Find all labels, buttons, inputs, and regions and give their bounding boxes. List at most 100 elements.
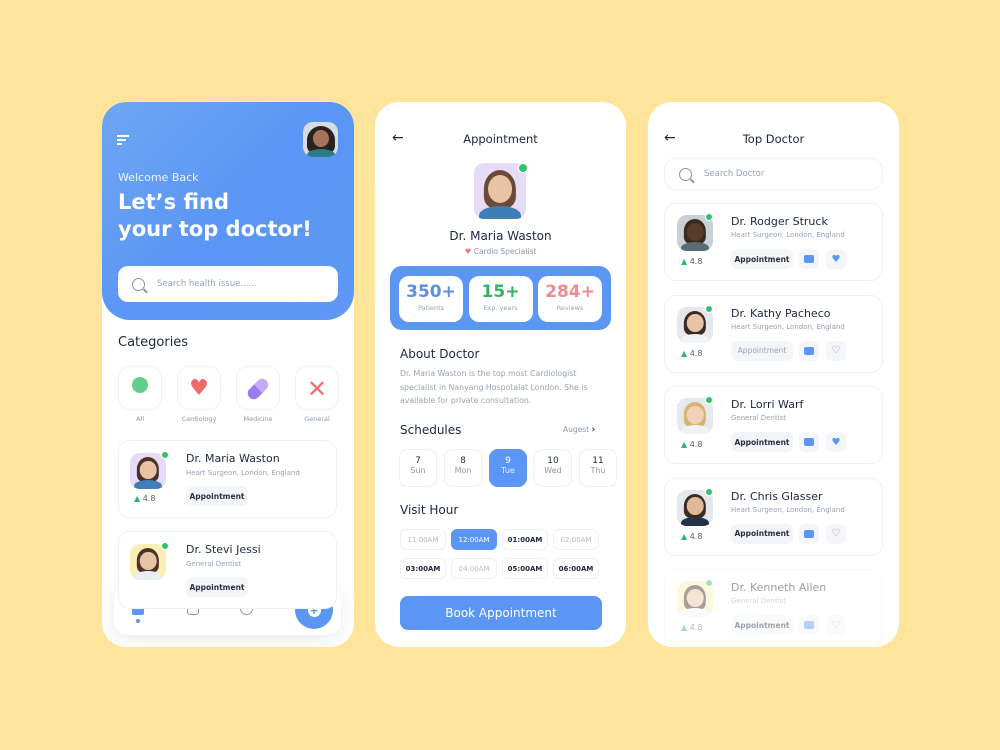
favorite-button[interactable]: ♡ [826, 340, 846, 361]
bandage-icon: ✕ [306, 375, 328, 403]
doctor-card[interactable]: Dr. Kathy Pacheco Heart Surgeon, London, … [664, 294, 883, 373]
appointment-button[interactable]: Appointment [186, 577, 248, 597]
doctor-avatar [130, 544, 166, 580]
month-selector[interactable]: Augest › [563, 425, 595, 435]
appointment-button[interactable]: Appointment [731, 615, 793, 635]
chat-button[interactable] [799, 523, 819, 544]
favorite-button[interactable]: ♥ [826, 249, 846, 269]
day-number: 10 [547, 456, 559, 466]
schedules-title: Schedules [400, 423, 462, 437]
stat-value: 284+ [545, 282, 595, 302]
doctor-name: Dr. Stevi Jessi [186, 543, 261, 556]
hour-slot[interactable]: 02:00AM [553, 529, 599, 550]
home-screen: Welcome Back Let’s find your top doctor!… [102, 102, 354, 647]
rating-value: 4.8 [689, 440, 703, 449]
doctor-card[interactable]: Dr. Kenneth Allen General Dentist Appointm… [664, 569, 883, 647]
day-name: Tue [501, 466, 515, 475]
specialty-text: Cardio Specialist [473, 247, 537, 256]
doctor-card[interactable]: Dr. Rodger Struck Heart Surgeon, London, … [664, 203, 883, 281]
hour-slot[interactable]: 04:00AM [451, 558, 497, 579]
category-medicine[interactable] [236, 366, 280, 410]
doctor-specialty: Heart Surgeon, London, England [731, 322, 845, 331]
screen-title: Appointment [463, 132, 538, 146]
favorite-button[interactable]: ♥ [826, 432, 846, 452]
user-avatar[interactable] [303, 122, 338, 157]
stat-label: Reviews [556, 304, 584, 312]
welcome-text: Welcome Back [118, 171, 199, 184]
day-8[interactable]: 8 Mon [444, 449, 482, 487]
day-name: Wed [544, 466, 562, 475]
day-name: Thu [590, 466, 606, 475]
search-placeholder: Search health issue...... [157, 279, 257, 289]
doctor-specialty: General Dentist [731, 414, 787, 422]
category-all[interactable] [118, 366, 162, 410]
appointment-button[interactable]: Appointment [186, 486, 248, 506]
rating-value: 4.8 [142, 494, 156, 503]
rating: ▲ 4.8 [681, 440, 702, 449]
doctor-card[interactable]: Dr. Lorri Warf General Dentist Appointment… [664, 386, 883, 464]
doctor-card[interactable]: Dr. Maria Waston Heart Surgeon, London, E… [118, 440, 337, 518]
chat-button[interactable] [799, 432, 819, 452]
doctor-card[interactable]: Dr. Stevi Jessi General Dentist Appointmen… [118, 531, 337, 609]
appointment-button[interactable]: Appointment [731, 249, 793, 269]
heart-icon: ♥ [464, 247, 472, 256]
book-appointment-button[interactable]: Book Appointment [400, 596, 602, 630]
appointment-button[interactable]: Appointment [731, 432, 793, 452]
about-title: About Doctor [400, 347, 480, 361]
rating-value: 4.8 [689, 348, 703, 358]
online-indicator [705, 396, 713, 404]
online-indicator [705, 304, 713, 313]
appointment-screen: ← Appointment Dr. Maria Waston ♥ Cardio … [375, 102, 626, 647]
hour-slot[interactable]: 05:00AM [502, 558, 548, 579]
message-icon [804, 255, 814, 263]
category-general[interactable]: ✕ [295, 366, 339, 410]
health-search-input[interactable]: Search health issue...... [118, 266, 338, 302]
heart-outline-icon: ♡ [831, 528, 841, 539]
online-indicator [705, 579, 713, 587]
day-name: Sun [410, 466, 426, 475]
doctor-photo [474, 163, 526, 219]
doctor-name: Dr. Maria Waston [449, 229, 552, 243]
message-icon [804, 529, 814, 538]
doctor-card[interactable]: Dr. Chris Glasser Heart Surgeon, London, … [664, 477, 883, 556]
thumbs-up-icon: ▲ [681, 348, 688, 358]
hamburger-icon[interactable] [117, 135, 129, 145]
hour-slot[interactable]: 01:00AM [502, 529, 548, 550]
doctor-search-input[interactable]: Search Doctor [664, 158, 883, 190]
chat-button[interactable] [799, 249, 819, 269]
stat-value: 15+ [481, 282, 520, 302]
visit-hour-title: Visit Hour [400, 503, 459, 517]
hour-slot[interactable]: 11:00AM [400, 529, 446, 550]
thumbs-up-icon: ▲ [681, 440, 688, 449]
rating-value: 4.8 [689, 531, 703, 541]
pill-icon [237, 376, 279, 402]
hour-slot[interactable]: 03:00AM [400, 558, 446, 579]
category-cardiology[interactable]: ♥ [177, 366, 221, 410]
day-11[interactable]: 11 Thu [579, 449, 617, 487]
category-label: Medicine [243, 415, 273, 423]
thumbs-up-icon: ▲ [681, 623, 688, 632]
favorite-button[interactable]: ♡ [826, 615, 846, 635]
stat-value: 350+ [406, 282, 456, 302]
day-10[interactable]: 10 Wed [534, 449, 572, 487]
day-9[interactable]: 9 Tue [489, 449, 527, 487]
day-number: 7 [415, 456, 421, 466]
chat-button[interactable] [799, 615, 819, 635]
heart-filled-icon: ♥ [831, 436, 841, 448]
hour-slot[interactable]: 12:00AM [451, 529, 497, 550]
rating-value: 4.8 [689, 623, 703, 632]
message-icon [804, 621, 814, 629]
appointment-button[interactable]: Appointment [731, 340, 793, 361]
hour-slot[interactable]: 06:00AM [553, 558, 599, 579]
day-7[interactable]: 7 Sun [399, 449, 437, 487]
chat-button[interactable] [799, 340, 819, 361]
search-icon [132, 277, 145, 291]
thumbs-up-icon: ▲ [134, 494, 141, 503]
favorite-button[interactable]: ♡ [826, 523, 846, 544]
chevron-right-icon: › [591, 425, 596, 435]
doctor-specialty: ♥ Cardio Specialist [375, 247, 626, 256]
doctor-name: Dr. Lorri Warf [731, 398, 804, 411]
appointment-button[interactable]: Appointment [731, 523, 793, 544]
title-line-2: your top doctor! [118, 217, 312, 241]
screen-title: Top Doctor [742, 132, 805, 146]
